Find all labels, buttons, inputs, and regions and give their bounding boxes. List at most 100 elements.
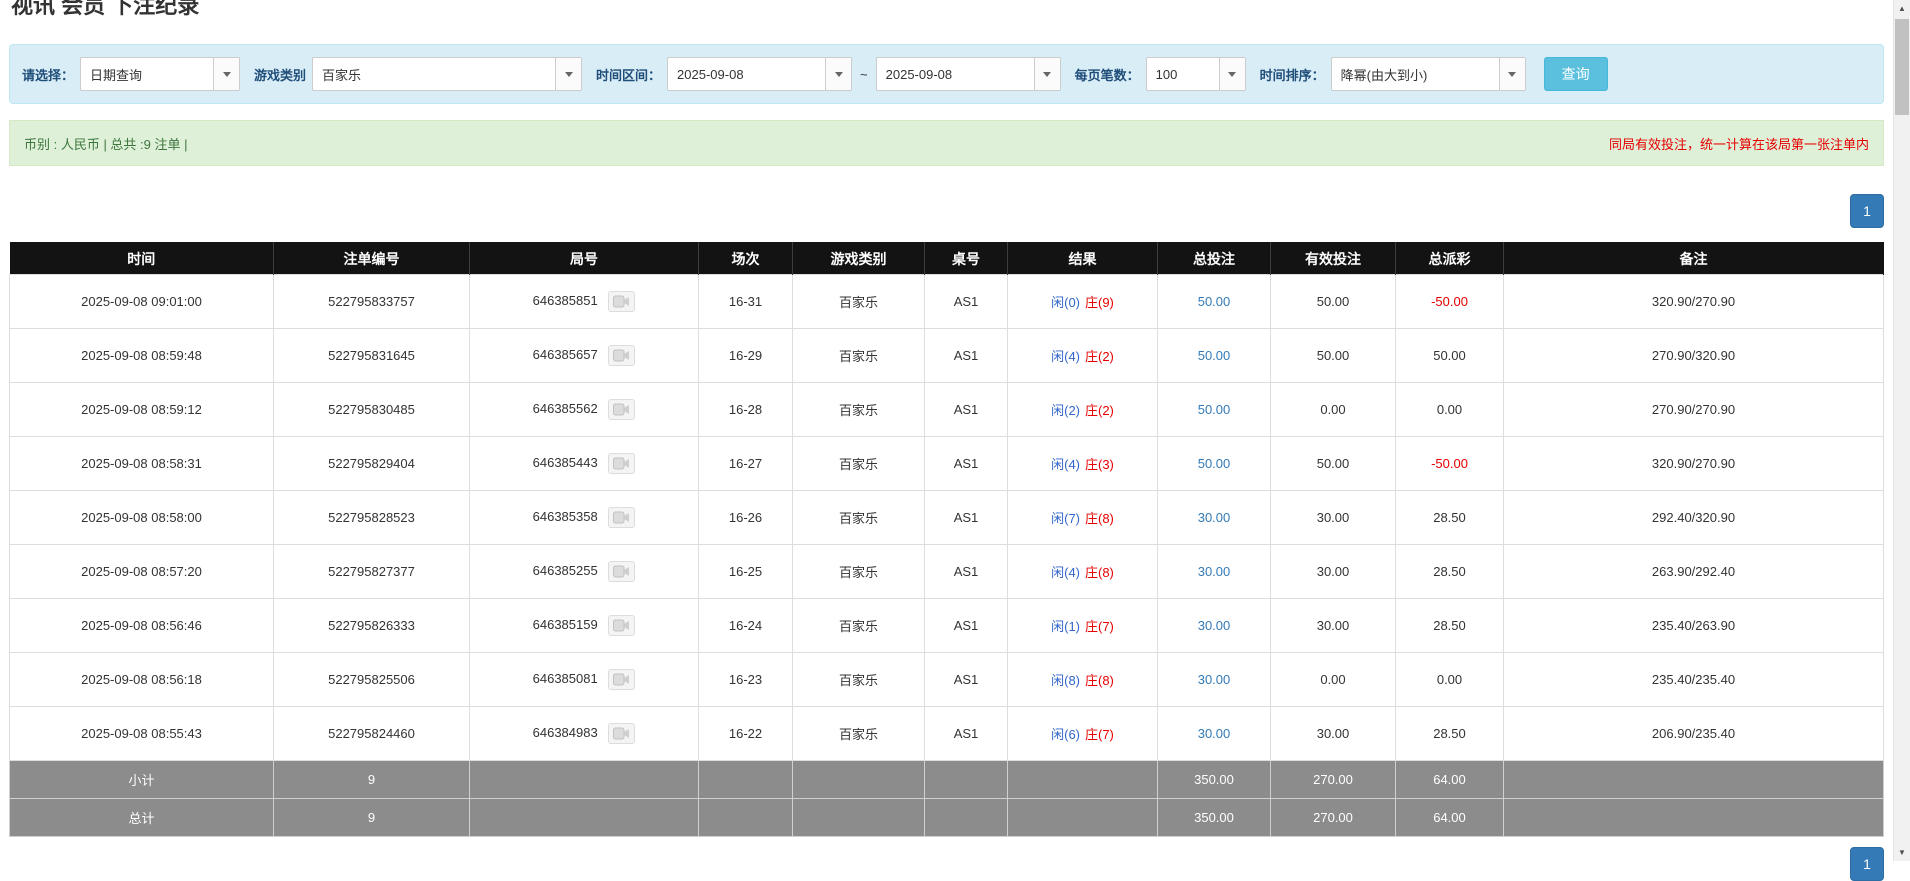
col-header-valid-bet: 有效投注 bbox=[1271, 243, 1396, 275]
player-result: 闲(7) bbox=[1051, 511, 1080, 526]
time-cell: 2025-09-08 08:59:48 bbox=[10, 329, 274, 383]
chevron-down-icon[interactable] bbox=[555, 58, 581, 90]
round-cell: 646385081 bbox=[470, 653, 699, 707]
bet-records-table: 时间 注单编号 局号 场次 游戏类别 桌号 结果 总投注 有效投注 总派彩 备注… bbox=[9, 242, 1884, 837]
video-replay-icon[interactable] bbox=[608, 345, 635, 366]
subtotal-label: 小计 bbox=[10, 761, 274, 799]
total-bet-link[interactable]: 50.00 bbox=[1198, 456, 1231, 471]
table-number-cell: AS1 bbox=[925, 599, 1008, 653]
grand-total-payout: 64.00 bbox=[1396, 799, 1504, 837]
banker-result: 庄(2) bbox=[1085, 403, 1114, 418]
total-bet-link[interactable]: 30.00 bbox=[1198, 726, 1231, 741]
page-size-select[interactable]: 100 bbox=[1146, 57, 1246, 91]
result-cell: 闲(8)庄(8) bbox=[1008, 653, 1158, 707]
caret-icon bbox=[223, 72, 231, 77]
page-1-button[interactable]: 1 bbox=[1850, 194, 1884, 228]
banker-result: 庄(2) bbox=[1085, 349, 1114, 364]
chevron-down-icon[interactable] bbox=[1219, 58, 1245, 90]
col-header-time: 时间 bbox=[10, 243, 274, 275]
payout-cell: 0.00 bbox=[1396, 653, 1504, 707]
round-cell: 646385255 bbox=[470, 545, 699, 599]
date-mode-select[interactable]: 日期查询 bbox=[80, 57, 240, 91]
video-replay-icon[interactable] bbox=[608, 507, 635, 528]
valid-bet-cell: 50.00 bbox=[1271, 437, 1396, 491]
round-number: 646385657 bbox=[533, 347, 598, 362]
round-number: 646385081 bbox=[533, 671, 598, 686]
chevron-down-icon[interactable] bbox=[213, 58, 239, 90]
empty-cell bbox=[1504, 799, 1884, 837]
remark-cell: 292.40/320.90 bbox=[1504, 491, 1884, 545]
scroll-up-icon[interactable]: ▲ bbox=[1894, 0, 1910, 17]
empty-cell bbox=[925, 761, 1008, 799]
empty-cell bbox=[470, 761, 699, 799]
total-bet-cell: 50.00 bbox=[1158, 329, 1271, 383]
vertical-scrollbar[interactable]: ▲ ▼ bbox=[1893, 0, 1910, 861]
round-number: 646385851 bbox=[533, 293, 598, 308]
date-from-input[interactable]: 2025-09-08 bbox=[667, 57, 852, 91]
page-1-button-bottom[interactable]: 1 bbox=[1850, 847, 1884, 881]
table-row: 2025-09-08 08:56:18 522795825506 6463850… bbox=[10, 653, 1884, 707]
session-cell: 16-24 bbox=[699, 599, 793, 653]
bet-id-cell: 522795824460 bbox=[274, 707, 470, 761]
video-replay-icon[interactable] bbox=[608, 561, 635, 582]
game-type-cell: 百家乐 bbox=[793, 545, 925, 599]
player-result: 闲(4) bbox=[1051, 457, 1080, 472]
total-bet-link[interactable]: 30.00 bbox=[1198, 618, 1231, 633]
chevron-down-icon[interactable] bbox=[825, 58, 851, 90]
page-size-label: 每页笔数： bbox=[1075, 65, 1140, 84]
banker-result: 庄(8) bbox=[1085, 565, 1114, 580]
remark-cell: 206.90/235.40 bbox=[1504, 707, 1884, 761]
table-number-cell: AS1 bbox=[925, 491, 1008, 545]
grand-total-count: 9 bbox=[274, 799, 470, 837]
empty-cell bbox=[793, 799, 925, 837]
date-mode-value: 日期查询 bbox=[81, 58, 213, 90]
video-replay-icon[interactable] bbox=[608, 615, 635, 636]
video-replay-icon[interactable] bbox=[608, 669, 635, 690]
total-bet-link[interactable]: 50.00 bbox=[1198, 294, 1231, 309]
game-type-select[interactable]: 百家乐 bbox=[312, 57, 582, 91]
banker-result: 庄(3) bbox=[1085, 457, 1114, 472]
chevron-down-icon[interactable] bbox=[1034, 58, 1060, 90]
scroll-down-icon[interactable]: ▼ bbox=[1894, 844, 1910, 861]
table-body: 2025-09-08 09:01:00 522795833757 6463858… bbox=[10, 275, 1884, 761]
bet-id-cell: 522795826333 bbox=[274, 599, 470, 653]
session-cell: 16-31 bbox=[699, 275, 793, 329]
payout-cell: -50.00 bbox=[1396, 437, 1504, 491]
valid-bet-cell: 30.00 bbox=[1271, 545, 1396, 599]
round-number: 646385443 bbox=[533, 455, 598, 470]
round-number: 646384983 bbox=[533, 725, 598, 740]
game-type-cell: 百家乐 bbox=[793, 653, 925, 707]
chevron-down-icon[interactable] bbox=[1499, 58, 1525, 90]
table-row: 2025-09-08 08:56:46 522795826333 6463851… bbox=[10, 599, 1884, 653]
date-to-input[interactable]: 2025-09-08 bbox=[876, 57, 1061, 91]
banker-result: 庄(7) bbox=[1085, 727, 1114, 742]
col-header-bet-id: 注单编号 bbox=[274, 243, 470, 275]
player-result: 闲(1) bbox=[1051, 619, 1080, 634]
result-cell: 闲(2)庄(2) bbox=[1008, 383, 1158, 437]
subtotal-count: 9 bbox=[274, 761, 470, 799]
query-button[interactable]: 查询 bbox=[1544, 57, 1608, 91]
payout-cell: 28.50 bbox=[1396, 707, 1504, 761]
col-header-total-bet: 总投注 bbox=[1158, 243, 1271, 275]
total-bet-link[interactable]: 50.00 bbox=[1198, 348, 1231, 363]
date-from-value: 2025-09-08 bbox=[668, 58, 825, 90]
table-row: 2025-09-08 08:58:00 522795828523 6463853… bbox=[10, 491, 1884, 545]
total-bet-link[interactable]: 30.00 bbox=[1198, 564, 1231, 579]
col-header-session: 场次 bbox=[699, 243, 793, 275]
total-bet-link[interactable]: 30.00 bbox=[1198, 510, 1231, 525]
remark-cell: 263.90/292.40 bbox=[1504, 545, 1884, 599]
table-row: 2025-09-08 08:58:31 522795829404 6463854… bbox=[10, 437, 1884, 491]
video-replay-icon[interactable] bbox=[608, 723, 635, 744]
time-cell: 2025-09-08 08:56:46 bbox=[10, 599, 274, 653]
video-replay-icon[interactable] bbox=[608, 291, 635, 312]
table-row: 2025-09-08 08:57:20 522795827377 6463852… bbox=[10, 545, 1884, 599]
total-bet-link[interactable]: 50.00 bbox=[1198, 402, 1231, 417]
total-bet-link[interactable]: 30.00 bbox=[1198, 672, 1231, 687]
sort-value: 降幂(由大到小) bbox=[1332, 58, 1499, 90]
summary-bar: 币别 : 人民币 | 总共 :9 注单 | 同局有效投注，统一计算在该局第一张注… bbox=[9, 120, 1884, 166]
video-replay-icon[interactable] bbox=[608, 399, 635, 420]
video-replay-icon[interactable] bbox=[608, 453, 635, 474]
sort-select[interactable]: 降幂(由大到小) bbox=[1331, 57, 1526, 91]
result-cell: 闲(0)庄(9) bbox=[1008, 275, 1158, 329]
scrollbar-thumb[interactable] bbox=[1895, 19, 1909, 115]
